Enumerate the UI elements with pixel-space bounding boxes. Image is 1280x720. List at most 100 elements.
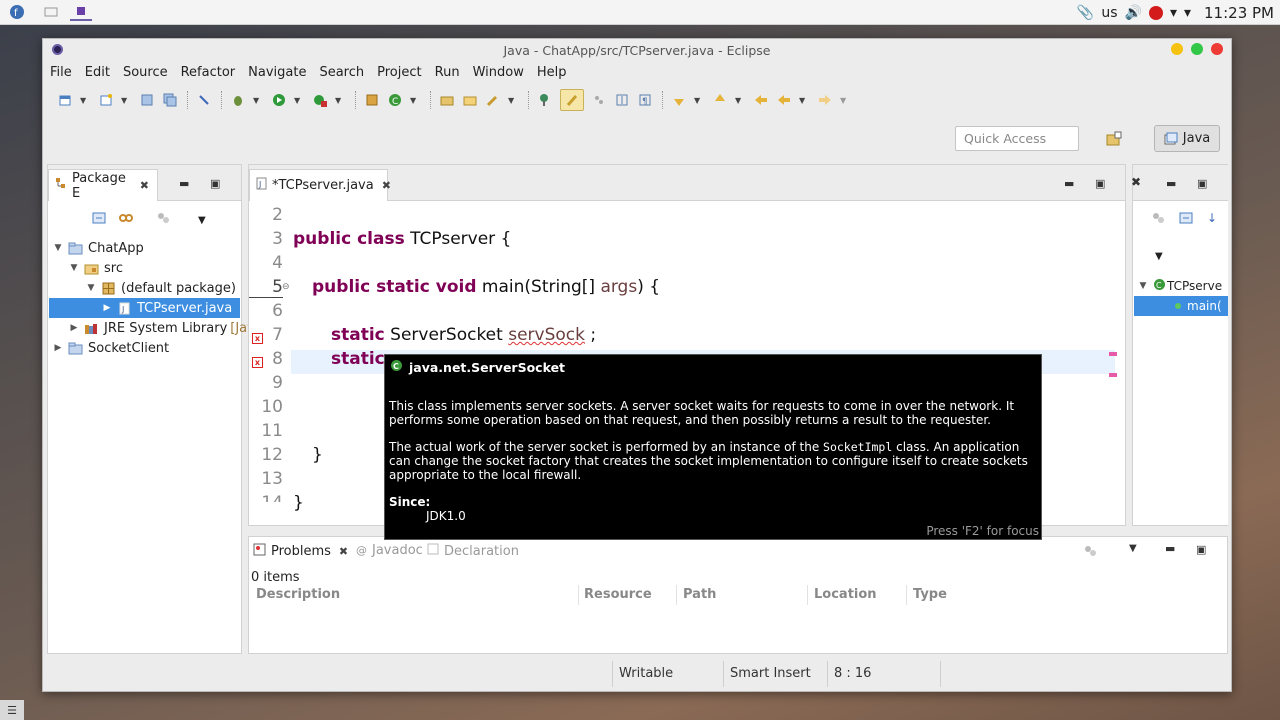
tree-item-socketclient[interactable]: ▶ SocketClient: [53, 338, 170, 358]
eclipse-taskbar-icon[interactable]: [70, 3, 92, 21]
show-whitespace-icon[interactable]: [614, 92, 630, 108]
debug-dropdown-icon[interactable]: ▼: [253, 96, 261, 105]
window-titlebar[interactable]: Java - ChatApp/src/TCPserver.java - Ecli…: [43, 39, 1231, 61]
wifi-icon[interactable]: ▾: [1170, 5, 1177, 21]
open-perspective-icon[interactable]: [1103, 128, 1125, 150]
minimize-editor-icon[interactable]: ▬: [1064, 177, 1074, 190]
menu-project[interactable]: Project: [377, 65, 421, 80]
column-divider[interactable]: [676, 585, 677, 605]
minimize-button[interactable]: [1171, 43, 1183, 55]
maximize-editor-icon[interactable]: ▣: [1095, 177, 1105, 190]
maximize-view-icon[interactable]: ▣: [210, 177, 220, 190]
next-annotation-icon[interactable]: [671, 92, 687, 108]
collapse-arrow-icon[interactable]: ▼: [69, 263, 79, 273]
focus-task-icon[interactable]: [1083, 544, 1097, 561]
volume-icon[interactable]: 🔊: [1125, 5, 1142, 21]
update-alert-icon[interactable]: [1148, 5, 1163, 20]
new-java-package-icon[interactable]: [364, 92, 380, 108]
show-desktop-menu-icon[interactable]: ☰: [0, 700, 24, 720]
back-dropdown-icon[interactable]: ▼: [799, 96, 807, 105]
close-tab-icon[interactable]: ✖: [339, 545, 348, 558]
view-menu-icon[interactable]: ▼: [1155, 251, 1163, 262]
column-type[interactable]: Type: [913, 587, 947, 602]
tree-item-default-package[interactable]: ▼ (default package): [86, 278, 236, 298]
new-wizard-dropdown-icon[interactable]: ▼: [121, 96, 129, 105]
tree-item-tcpserver-java[interactable]: ▶ J TCPserver.java: [49, 298, 240, 318]
next-annotation-dropdown-icon[interactable]: ▼: [694, 96, 702, 105]
collapse-arrow-icon[interactable]: ▼: [86, 283, 96, 293]
menu-refactor[interactable]: Refactor: [181, 65, 236, 80]
tree-item-src[interactable]: ▼ src: [69, 258, 123, 278]
javadoc-hover-popup[interactable]: C java.net.ServerSocket This class imple…: [384, 354, 1042, 540]
previous-annotation-icon[interactable]: [712, 92, 728, 108]
focus-task-icon[interactable]: [156, 211, 170, 229]
run-dropdown-icon[interactable]: ▼: [294, 96, 302, 105]
expand-arrow-icon[interactable]: ▶: [53, 343, 63, 353]
menu-file[interactable]: File: [50, 65, 72, 80]
tab-javadoc[interactable]: @ Javadoc: [356, 543, 423, 558]
new-class-dropdown-icon[interactable]: ▼: [410, 96, 418, 105]
menu-source[interactable]: Source: [123, 65, 168, 80]
quick-access-input[interactable]: Quick Access: [955, 126, 1079, 151]
expand-arrow-icon[interactable]: ▶: [69, 323, 79, 333]
status-cursor-position[interactable]: 8 : 16: [834, 666, 871, 681]
menu-navigate[interactable]: Navigate: [248, 65, 306, 80]
column-description[interactable]: Description: [256, 587, 340, 602]
new-java-class-icon[interactable]: C: [387, 92, 403, 108]
fedora-launcher-icon[interactable]: f: [6, 3, 28, 21]
close-tab-icon[interactable]: ✖: [1131, 175, 1141, 189]
status-insert-mode[interactable]: Smart Insert: [730, 666, 811, 681]
debug-icon[interactable]: [230, 92, 246, 108]
tree-item-chatapp[interactable]: ▼ ChatApp: [53, 238, 144, 258]
collapse-arrow-icon[interactable]: ▼: [1138, 281, 1148, 291]
run-icon[interactable]: [271, 92, 287, 108]
column-location[interactable]: Location: [814, 587, 877, 602]
column-divider[interactable]: [807, 585, 808, 605]
menu-run[interactable]: Run: [435, 65, 460, 80]
collapse-all-icon[interactable]: [1179, 211, 1193, 229]
minimize-view-icon[interactable]: ▬: [1166, 177, 1176, 190]
column-divider[interactable]: [906, 585, 907, 605]
open-type-icon[interactable]: [439, 92, 455, 108]
keyboard-layout[interactable]: us: [1101, 5, 1117, 21]
minimize-view-icon[interactable]: ▬: [179, 177, 189, 190]
menu-search[interactable]: Search: [319, 65, 364, 80]
close-button[interactable]: [1211, 43, 1223, 55]
close-tab-icon[interactable]: ✖: [140, 179, 149, 192]
overview-error-marker[interactable]: [1109, 352, 1117, 356]
fold-toggle-icon[interactable]: ⊖: [282, 282, 290, 292]
external-tools-dropdown-icon[interactable]: ▼: [335, 96, 343, 105]
attachment-icon[interactable]: 📎: [1077, 5, 1094, 21]
menu-window[interactable]: Window: [473, 65, 524, 80]
maximize-button[interactable]: [1191, 43, 1203, 55]
view-menu-icon[interactable]: ▼: [198, 215, 206, 226]
window-list-icon[interactable]: [40, 3, 62, 21]
save-all-icon[interactable]: [162, 92, 178, 108]
view-menu-icon[interactable]: ▼: [1129, 543, 1137, 554]
save-icon[interactable]: [139, 92, 155, 108]
overview-error-marker[interactable]: [1109, 373, 1117, 377]
power-icon[interactable]: ▾: [1184, 5, 1191, 21]
outline-class-tcpserver[interactable]: ▼ C TCPserve: [1138, 276, 1222, 296]
skip-breakpoints-icon[interactable]: [196, 92, 212, 108]
menu-edit[interactable]: Edit: [85, 65, 110, 80]
focus-task-icon[interactable]: [1151, 211, 1165, 229]
collapse-arrow-icon[interactable]: ▼: [53, 243, 63, 253]
clock[interactable]: 11:23 PM: [1204, 4, 1274, 22]
java-perspective-button[interactable]: Java: [1154, 125, 1220, 152]
link-with-editor-icon[interactable]: [118, 211, 134, 229]
previous-annotation-dropdown-icon[interactable]: ▼: [735, 96, 743, 105]
new-dropdown-icon[interactable]: ▼: [80, 96, 88, 105]
last-edit-location-icon[interactable]: [753, 92, 769, 108]
outline-method-main[interactable]: main(: [1134, 296, 1228, 316]
open-folder-icon[interactable]: [462, 92, 478, 108]
column-divider[interactable]: [578, 585, 579, 605]
close-tab-icon[interactable]: ✖: [382, 179, 391, 192]
block-selection-icon[interactable]: [591, 92, 607, 108]
annotation-icon[interactable]: [537, 92, 553, 108]
forward-dropdown-icon[interactable]: ▼: [840, 96, 848, 105]
expand-arrow-icon[interactable]: ▶: [102, 303, 112, 313]
tab-tcpserver-java[interactable]: J *TCPserver.java ✖: [249, 169, 391, 201]
maximize-view-icon[interactable]: ▣: [1197, 177, 1207, 190]
collapse-all-icon[interactable]: [92, 211, 106, 229]
